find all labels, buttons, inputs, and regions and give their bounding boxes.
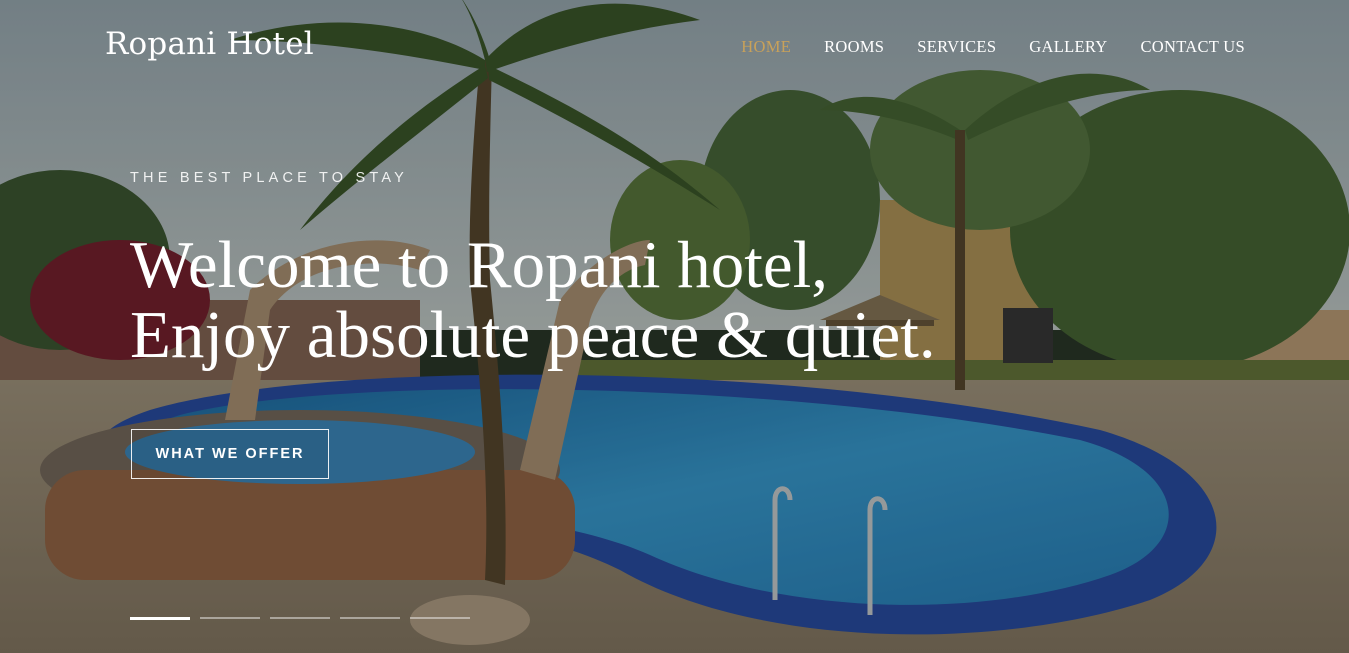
hero-headline: Welcome to Ropani hotel, Enjoy absolute … [130,230,1030,370]
hero-headline-line-1: Welcome to Ropani hotel, [130,228,828,302]
top-navbar: Ropani Hotel HOME ROOMS SERVICES GALLERY… [0,0,1349,95]
nav-item-home: HOME [741,37,791,57]
nav-link-services[interactable]: SERVICES [917,37,996,56]
nav-item-services: SERVICES [917,37,996,57]
hero-content: THE BEST PLACE TO STAY Welcome to Ropani… [130,170,1030,370]
slider-indicator-3[interactable] [270,617,330,619]
nav-item-contact-us: CONTACT US [1140,37,1245,57]
nav-link-contact-us[interactable]: CONTACT US [1140,37,1245,56]
slider-indicator-5[interactable] [410,617,470,619]
nav-item-gallery: GALLERY [1029,37,1107,57]
hero-tagline: THE BEST PLACE TO STAY [130,170,409,186]
slider-indicators [130,617,470,620]
brand-logo-link[interactable]: Ropani Hotel [105,26,314,62]
nav-link-gallery[interactable]: GALLERY [1029,37,1107,56]
nav-link-rooms[interactable]: ROOMS [824,37,884,56]
hero-headline-line-2: Enjoy absolute peace & quiet. [130,298,936,372]
nav-item-rooms: ROOMS [824,37,884,57]
slider-indicator-2[interactable] [200,617,260,619]
main-nav-menu: HOME ROOMS SERVICES GALLERY CONTACT US [741,37,1245,57]
nav-link-home[interactable]: HOME [741,37,791,56]
hero-section: Ropani Hotel HOME ROOMS SERVICES GALLERY… [0,0,1349,653]
slider-indicator-1[interactable] [130,617,190,620]
what-we-offer-button[interactable]: WHAT WE OFFER [131,429,329,479]
slider-indicator-4[interactable] [340,617,400,619]
